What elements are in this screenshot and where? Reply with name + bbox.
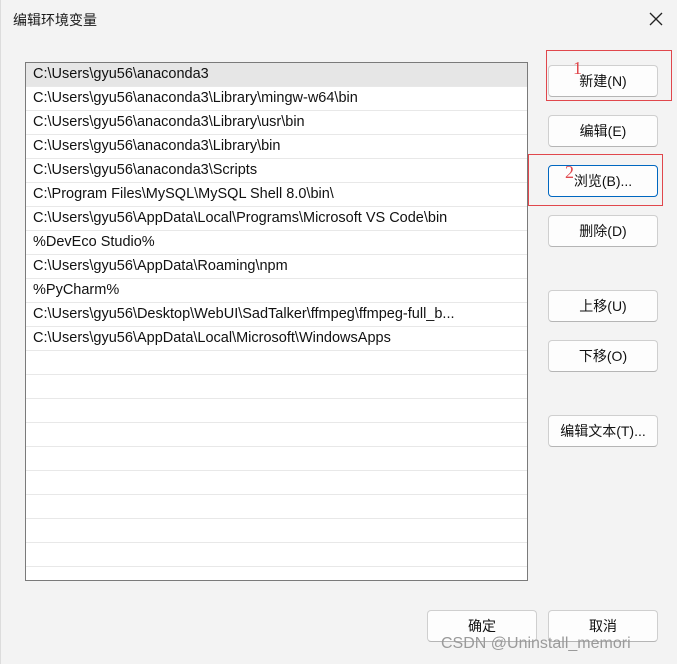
move-up-button[interactable]: 上移(U) (548, 290, 658, 322)
empty-list-row[interactable] (26, 447, 527, 471)
title-bar: 编辑环境变量 (1, 0, 677, 38)
annotation-box-1 (546, 50, 672, 101)
empty-list-row[interactable] (26, 375, 527, 399)
delete-button[interactable]: 删除(D) (548, 215, 658, 247)
edit-text-button[interactable]: 编辑文本(T)... (548, 415, 658, 447)
path-list-item[interactable]: C:\Users\gyu56\anaconda3\Library\mingw-w… (26, 87, 527, 111)
empty-list-row[interactable] (26, 495, 527, 519)
path-list-item[interactable]: C:\Users\gyu56\anaconda3 (26, 63, 527, 87)
path-list-item[interactable]: C:\Users\gyu56\Desktop\WebUI\SadTalker\f… (26, 303, 527, 327)
watermark: CSDN @Uninstall_memori (441, 635, 631, 652)
path-list-item[interactable]: %PyCharm% (26, 279, 527, 303)
path-list-item[interactable]: C:\Program Files\MySQL\MySQL Shell 8.0\b… (26, 183, 527, 207)
move-down-button[interactable]: 下移(O) (548, 340, 658, 372)
dialog-title: 编辑环境变量 (13, 12, 97, 28)
empty-list-row[interactable] (26, 351, 527, 375)
annotation-number-1: 1 (573, 58, 582, 78)
annotation-box-2 (528, 154, 663, 206)
empty-list-row[interactable] (26, 423, 527, 447)
path-list-item[interactable]: %DevEco Studio% (26, 231, 527, 255)
edit-button[interactable]: 编辑(E) (548, 115, 658, 147)
empty-list-row[interactable] (26, 543, 527, 567)
empty-list-row[interactable] (26, 399, 527, 423)
empty-list-row[interactable] (26, 471, 527, 495)
path-list-item[interactable]: C:\Users\gyu56\anaconda3\Library\bin (26, 135, 527, 159)
path-list[interactable]: C:\Users\gyu56\anaconda3 C:\Users\gyu56\a… (25, 62, 528, 581)
empty-list-row[interactable] (26, 519, 527, 543)
path-list-item[interactable]: C:\Users\gyu56\anaconda3\Library\usr\bin (26, 111, 527, 135)
path-list-item[interactable]: C:\Users\gyu56\AppData\Local\Microsoft\W… (26, 327, 527, 351)
path-list-item[interactable]: C:\Users\gyu56\AppData\Roaming\npm (26, 255, 527, 279)
path-list-item[interactable]: C:\Users\gyu56\anaconda3\Scripts (26, 159, 527, 183)
close-icon (649, 12, 663, 26)
annotation-number-2: 2 (565, 162, 574, 182)
close-button[interactable] (641, 6, 671, 32)
edit-env-var-dialog: 编辑环境变量 C:\Users\gyu56\anaconda3 C:\Users\… (0, 0, 677, 664)
path-list-item[interactable]: C:\Users\gyu56\AppData\Local\Programs\Mi… (26, 207, 527, 231)
